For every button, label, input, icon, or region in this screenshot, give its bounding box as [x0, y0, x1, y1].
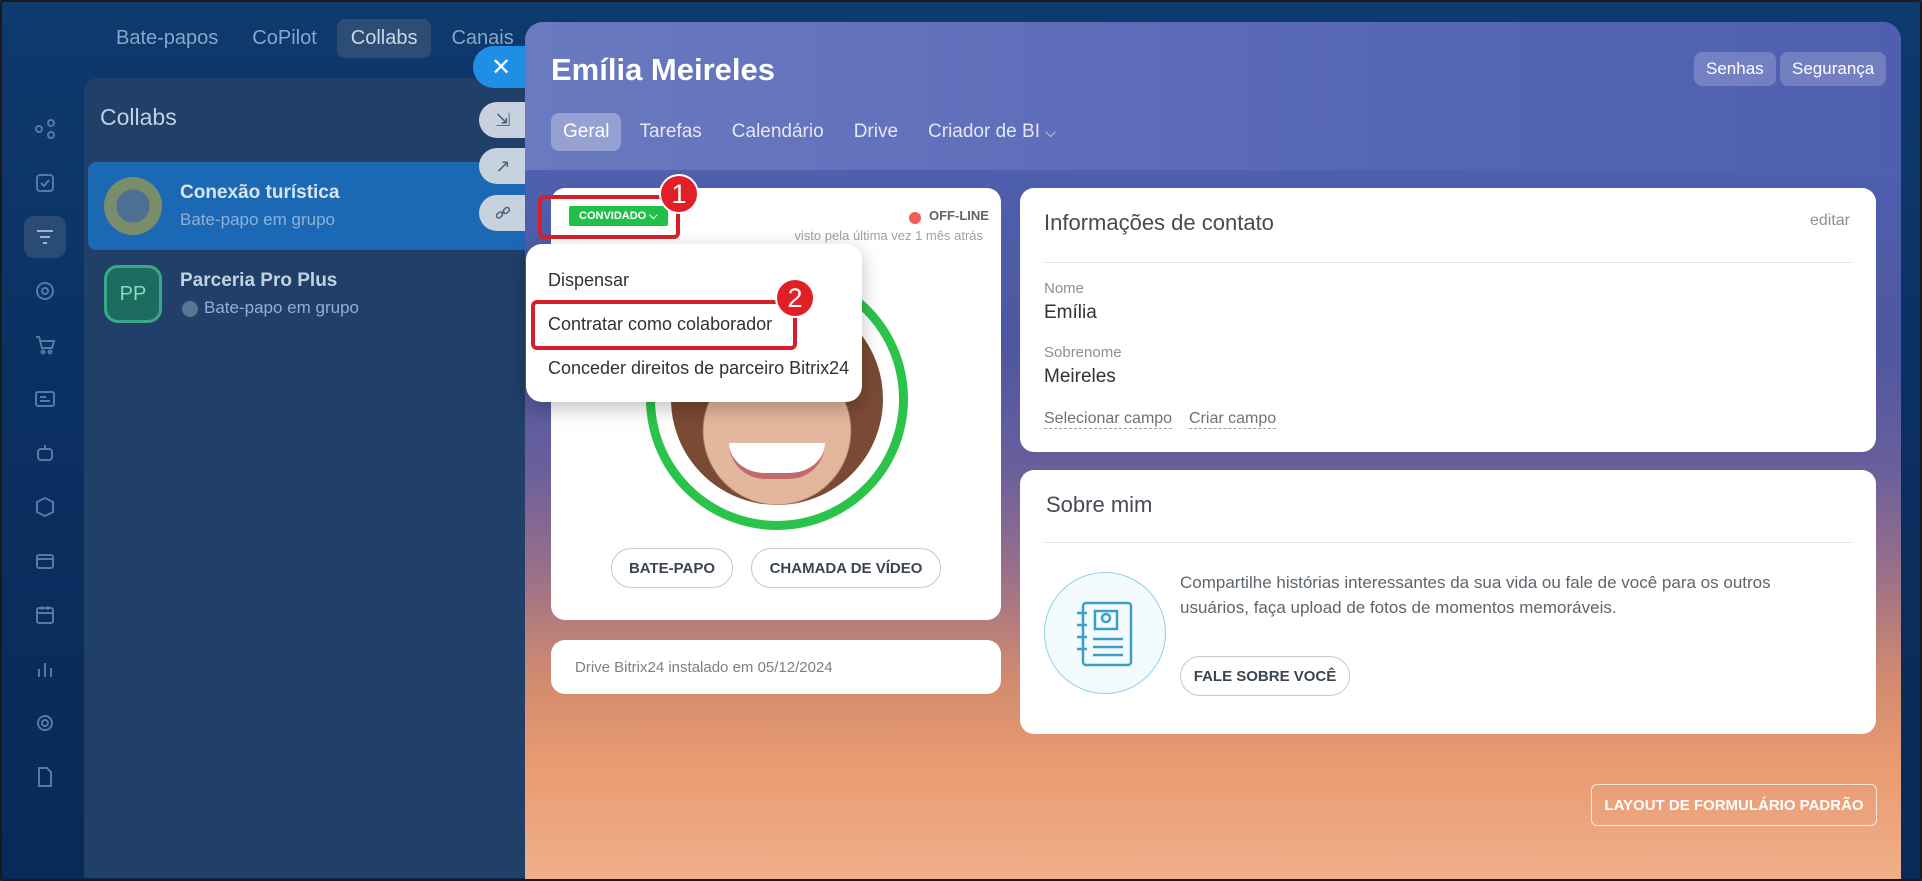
- about-card: Sobre mim Compartilhe histórias interess…: [1020, 470, 1876, 734]
- card-icon[interactable]: [24, 378, 66, 420]
- menu-item-dismiss[interactable]: Dispensar: [548, 270, 629, 291]
- chat-button[interactable]: BATE-PAPO: [611, 548, 733, 588]
- first-name-value: Emília: [1044, 302, 1097, 323]
- minimize-button[interactable]: ⇲: [479, 102, 527, 138]
- default-form-layout-button[interactable]: LAYOUT DE FORMULÁRIO PADRÃO: [1591, 784, 1877, 826]
- address-book-icon: [1044, 572, 1166, 694]
- profile-slider: Emília Meireles Senhas Segurança Geral T…: [525, 22, 1901, 879]
- profile-tabs: Geral Tarefas Calendário Drive Criador d…: [551, 113, 1068, 151]
- menu-item-partner-rights[interactable]: Conceder direitos de parceiro Bitrix24: [548, 358, 849, 379]
- chat-subtitle: Bate-papo em grupo: [180, 210, 335, 229]
- edit-link[interactable]: editar: [1810, 212, 1850, 230]
- robot-icon[interactable]: [24, 432, 66, 474]
- tab-label: Criador de BI: [928, 121, 1040, 142]
- contact-title: Informações de contato: [1044, 210, 1274, 235]
- video-call-button[interactable]: CHAMADA DE VÍDEO: [751, 548, 941, 588]
- chat-avatar: PP: [104, 265, 162, 323]
- chat-name: Parceria Pro Plus: [180, 270, 338, 291]
- chart-icon[interactable]: [24, 648, 66, 690]
- nav-chats[interactable]: Bate-papos: [102, 19, 232, 58]
- left-rail: [2, 92, 86, 879]
- tasks-icon[interactable]: [24, 162, 66, 204]
- highlight-box-2: [531, 300, 797, 350]
- page-title: Emília Meireles: [551, 52, 776, 87]
- nav-copilot[interactable]: CoPilot: [238, 19, 330, 58]
- step-marker-1: 1: [659, 174, 699, 214]
- filter-icon[interactable]: [24, 216, 66, 258]
- network-icon[interactable]: [24, 108, 66, 150]
- last-seen: visto pela última vez 1 mês atrás: [794, 228, 983, 243]
- drive-note: Drive Bitrix24 instalado em 05/12/2024: [575, 659, 833, 676]
- chevron-down-icon: ⌵: [1045, 124, 1056, 140]
- tell-about-you-button[interactable]: FALE SOBRE VOCÊ: [1180, 656, 1350, 696]
- divider: [1044, 262, 1852, 263]
- last-name-value: Meireles: [1044, 366, 1116, 387]
- step-marker-2: 2: [775, 278, 815, 318]
- tab-drive[interactable]: Drive: [842, 113, 910, 151]
- create-field-link[interactable]: Criar campo: [1189, 410, 1277, 429]
- contact-info-card: Informações de contato editar Nome Emíli…: [1020, 188, 1876, 452]
- close-icon: ✕: [490, 53, 512, 81]
- calendar-icon[interactable]: [24, 594, 66, 636]
- link-icon: [495, 206, 511, 219]
- target-icon[interactable]: [24, 270, 66, 312]
- chat-item-conexao[interactable]: Conexão turística Bate-papo em grupo: [88, 162, 534, 250]
- passwords-button[interactable]: Senhas: [1694, 52, 1776, 86]
- collabs-panel: Collabs Conexão turística Bate-papo em g…: [84, 78, 534, 878]
- document-icon[interactable]: [24, 756, 66, 798]
- open-new-window-button[interactable]: ↗: [479, 148, 527, 184]
- chat-avatar: [104, 177, 162, 235]
- nav-collabs[interactable]: Collabs: [336, 18, 432, 58]
- chat-item-parceria[interactable]: PP Parceria Pro Plus Bate-papo em grupo: [88, 250, 534, 338]
- highlight-box-1: [538, 195, 680, 239]
- divider: [1044, 542, 1852, 543]
- last-name-label: Sobrenome: [1044, 344, 1122, 361]
- online-status: OFF-LINE: [929, 208, 989, 223]
- first-name-label: Nome: [1044, 280, 1085, 297]
- drive-note-card: Drive Bitrix24 instalado em 05/12/2024: [551, 640, 1001, 694]
- select-field-link[interactable]: Selecionar campo: [1044, 410, 1173, 429]
- about-title: Sobre mim: [1046, 492, 1153, 517]
- offline-dot: [909, 212, 921, 224]
- box-icon[interactable]: [24, 486, 66, 528]
- security-button[interactable]: Segurança: [1780, 52, 1887, 86]
- settings-icon[interactable]: [24, 702, 66, 744]
- user-avatar-small: [182, 301, 198, 317]
- store-icon[interactable]: [24, 540, 66, 582]
- about-text: Compartilhe histórias interessantes da s…: [1180, 573, 1771, 617]
- tab-bi-builder[interactable]: Criador de BI ⌵: [916, 113, 1068, 151]
- cart-icon[interactable]: [24, 324, 66, 366]
- external-link-icon: ↗: [495, 155, 511, 176]
- tab-calendario[interactable]: Calendário: [720, 113, 836, 151]
- chat-subtitle: Bate-papo em grupo: [204, 298, 359, 317]
- chat-name: Conexão turística: [180, 182, 340, 203]
- close-slider-button[interactable]: ✕: [473, 46, 529, 88]
- tab-geral[interactable]: Geral: [551, 113, 622, 151]
- collabs-title: Collabs: [100, 104, 177, 130]
- copy-link-button[interactable]: [479, 195, 527, 231]
- app-window: Bate-papos CoPilot Collabs Canais Collab…: [0, 0, 1922, 881]
- tab-tarefas[interactable]: Tarefas: [627, 113, 713, 151]
- minimize-icon: ⇲: [495, 109, 511, 130]
